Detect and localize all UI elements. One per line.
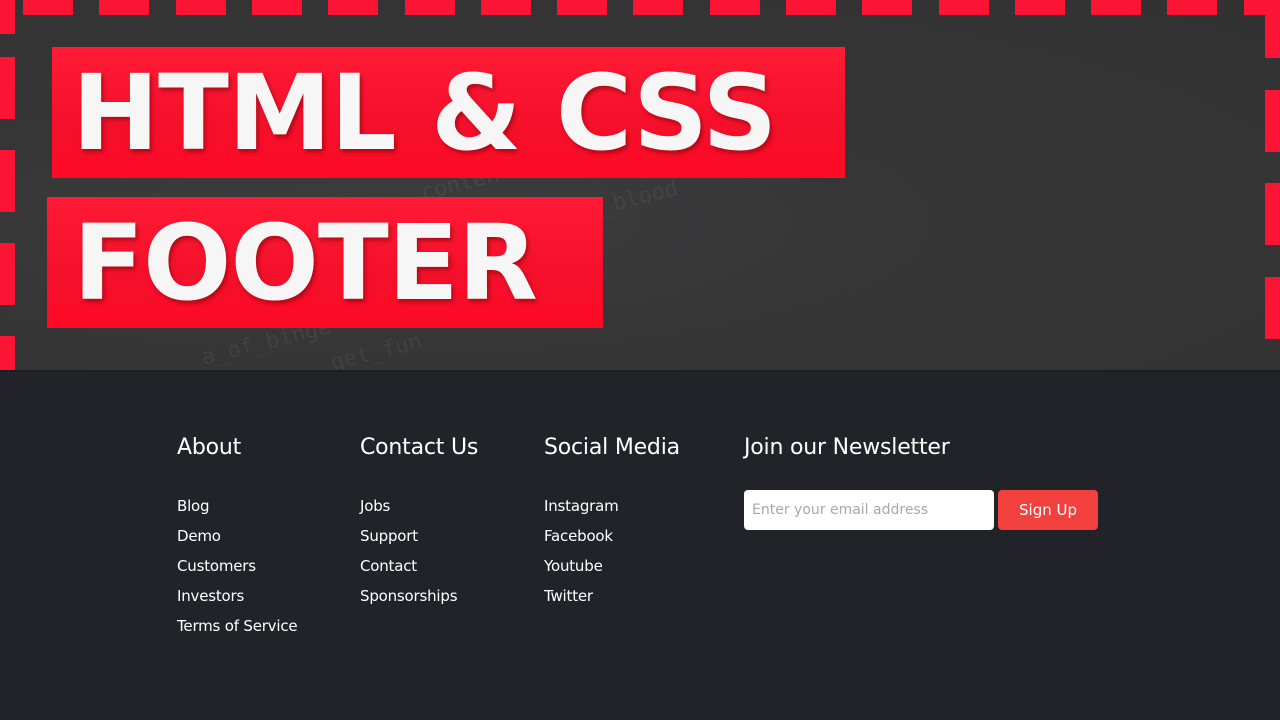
- dash-segment: [99, 0, 149, 15]
- footer-link-terms-of-service[interactable]: Terms of Service: [177, 617, 298, 635]
- footer-link-blog[interactable]: Blog: [177, 497, 210, 515]
- dash-segment: [1265, 90, 1280, 152]
- footer-link-instagram[interactable]: Instagram: [544, 497, 619, 515]
- sign-up-button[interactable]: Sign Up: [998, 490, 1098, 530]
- dash-segment: [1015, 0, 1065, 15]
- footer-column-contact-us: Contact Us Jobs Support Contact Sponsors…: [360, 435, 478, 617]
- column-heading: About: [177, 435, 242, 460]
- footer-link-youtube[interactable]: Youtube: [544, 557, 603, 575]
- footer-link-jobs[interactable]: Jobs: [360, 497, 390, 515]
- title-banner-line-1: HTML & CSS: [52, 47, 845, 178]
- title-text-line-1: HTML & CSS: [72, 51, 777, 174]
- dash-segment: [557, 0, 607, 15]
- dash-segment: [23, 0, 73, 15]
- thumbnail-banner: ="bloody" content _of_blood get_fun a_of…: [0, 0, 1280, 370]
- dash-segment: [1265, 0, 1280, 58]
- dash-segment: [1167, 0, 1217, 15]
- dash-segment: [862, 0, 912, 15]
- footer-link-facebook[interactable]: Facebook: [544, 527, 613, 545]
- dash-segment: [0, 0, 15, 34]
- dash-segment: [176, 0, 226, 15]
- title-text-line-2: FOOTER: [73, 201, 538, 324]
- dashed-border-top: [0, 0, 1280, 15]
- dash-segment: [710, 0, 760, 15]
- footer-link-contact[interactable]: Contact: [360, 557, 417, 575]
- newsletter-form: Sign Up: [744, 490, 1098, 530]
- dash-segment: [1091, 0, 1141, 15]
- site-footer: About Blog Demo Customers Investors Term…: [0, 370, 1280, 720]
- dash-segment: [786, 0, 836, 15]
- dashed-border-left: [0, 0, 15, 370]
- column-heading: Contact Us: [360, 435, 479, 460]
- background-code-text: get_fun: [328, 329, 425, 370]
- dash-segment: [252, 0, 302, 15]
- link-list: Instagram Facebook Youtube Twitter: [544, 497, 680, 617]
- email-input[interactable]: [744, 490, 994, 530]
- dashed-border-right: [1265, 0, 1280, 370]
- footer-link-customers[interactable]: Customers: [177, 557, 256, 575]
- dash-segment: [405, 0, 455, 15]
- dash-segment: [1265, 277, 1280, 339]
- footer-link-twitter[interactable]: Twitter: [544, 587, 593, 605]
- column-heading: Social Media: [544, 435, 680, 460]
- footer-column-social-media: Social Media Instagram Facebook Youtube …: [544, 435, 680, 617]
- dash-segment: [0, 150, 15, 212]
- footer-column-newsletter: Join our Newsletter Sign Up: [744, 435, 1098, 530]
- newsletter-heading: Join our Newsletter: [744, 435, 950, 460]
- dash-segment: [0, 336, 15, 370]
- title-banner-line-2: FOOTER: [47, 197, 603, 328]
- link-list: Blog Demo Customers Investors Terms of S…: [177, 497, 298, 647]
- dash-segment: [1265, 183, 1280, 245]
- dash-segment: [0, 57, 15, 119]
- footer-link-demo[interactable]: Demo: [177, 527, 221, 545]
- dash-segment: [481, 0, 531, 15]
- dash-segment: [0, 243, 15, 305]
- footer-column-about: About Blog Demo Customers Investors Term…: [177, 435, 298, 647]
- footer-link-sponsorships[interactable]: Sponsorships: [360, 587, 458, 605]
- dash-segment: [328, 0, 378, 15]
- link-list: Jobs Support Contact Sponsorships: [360, 497, 478, 617]
- dash-segment: [939, 0, 989, 15]
- dash-segment: [633, 0, 683, 15]
- footer-link-support[interactable]: Support: [360, 527, 418, 545]
- footer-link-investors[interactable]: Investors: [177, 587, 244, 605]
